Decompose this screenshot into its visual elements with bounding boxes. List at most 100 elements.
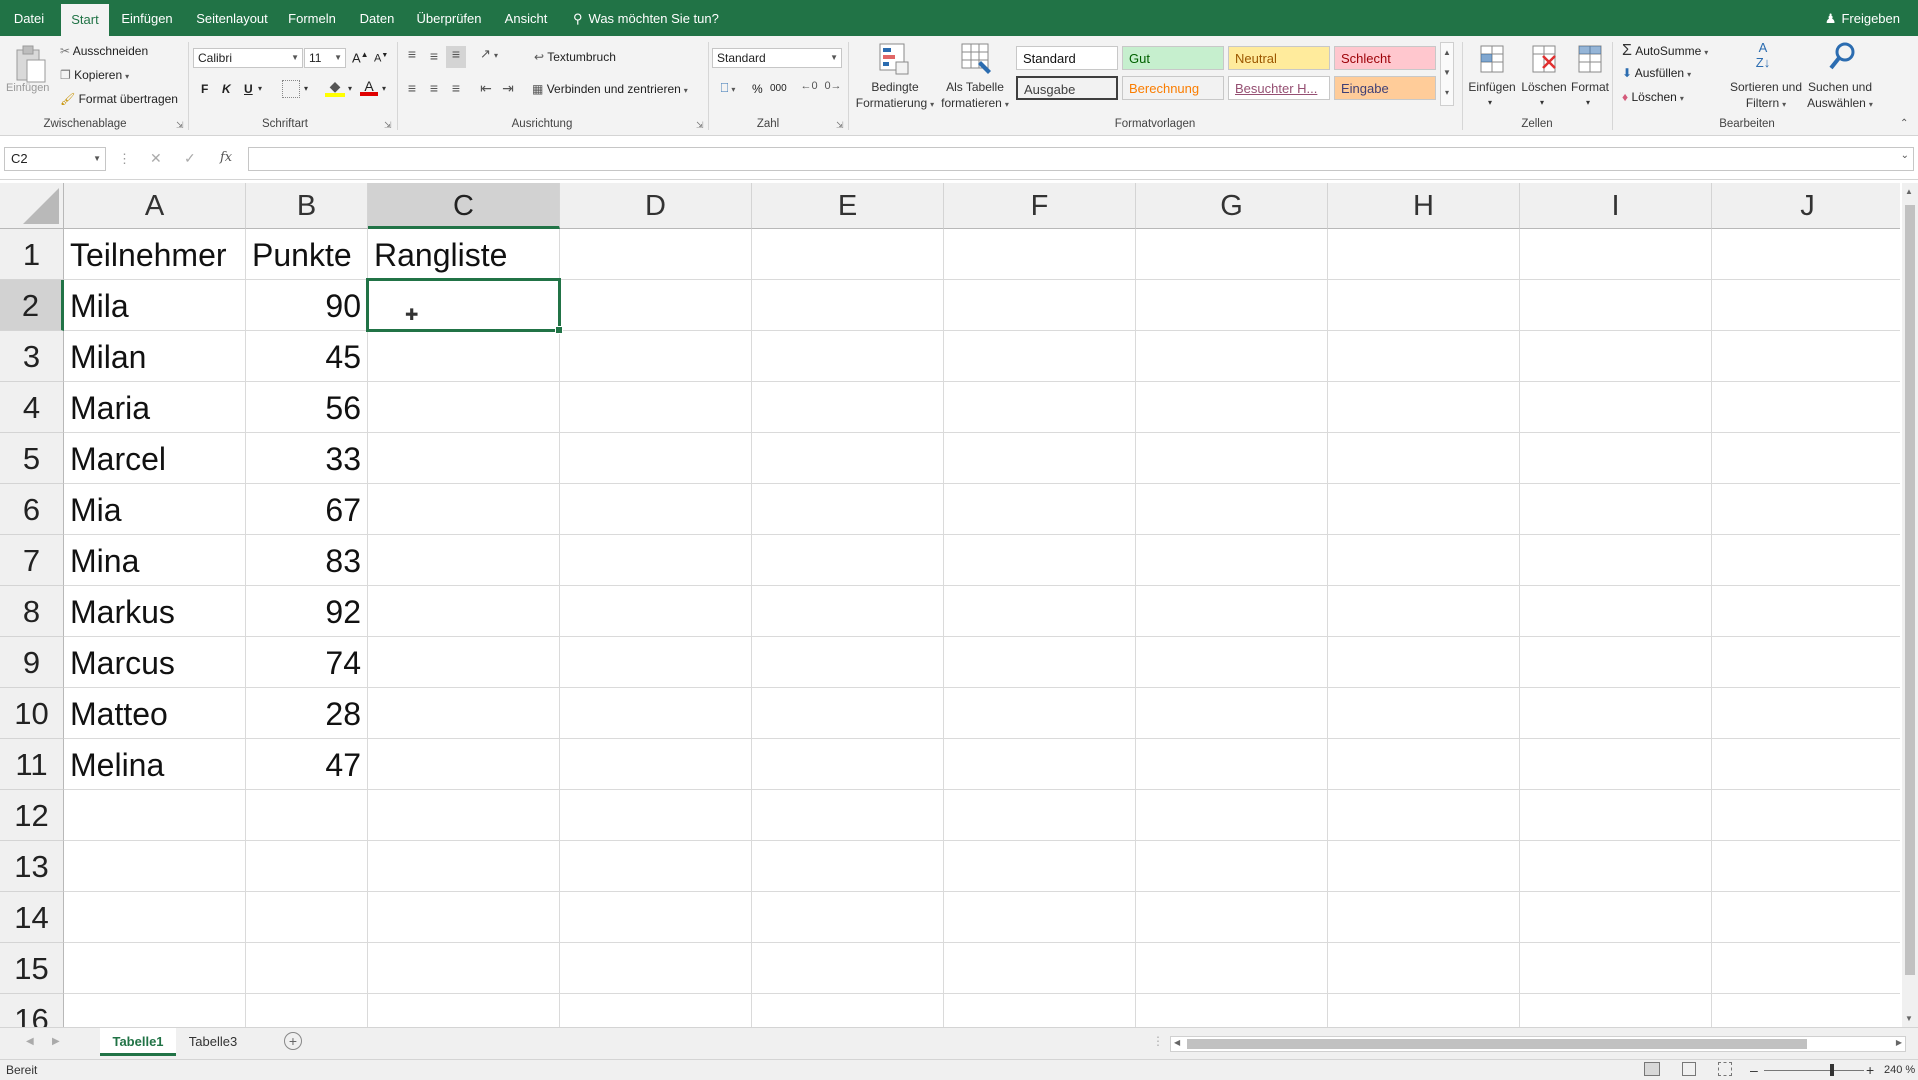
column-header-d[interactable]: D <box>560 183 752 229</box>
cell-g13[interactable] <box>1136 841 1328 892</box>
cell-b15[interactable] <box>246 943 368 994</box>
tab-daten[interactable]: Daten <box>354 0 400 36</box>
cell-d2[interactable] <box>560 280 752 331</box>
scroll-right-icon[interactable]: ▶ <box>1896 1038 1902 1047</box>
cell-f1[interactable] <box>944 229 1136 280</box>
vertical-scrollbar[interactable]: ▲ ▼ <box>1902 183 1918 1027</box>
format-as-table-label-1[interactable]: Als Tabelle <box>944 80 1006 94</box>
cell-d15[interactable] <box>560 943 752 994</box>
cell-c8[interactable] <box>368 586 560 637</box>
vertical-scroll-thumb[interactable] <box>1905 205 1915 975</box>
row-header-6[interactable]: 6 <box>0 484 64 535</box>
conditional-formatting-button[interactable]: Formatierung ▾ <box>852 96 938 110</box>
cell-j16[interactable] <box>1712 994 1900 1027</box>
style-standard[interactable]: Standard <box>1016 46 1118 70</box>
row-header-13[interactable]: 13 <box>0 841 64 892</box>
cell-b7[interactable]: 83 <box>246 535 368 586</box>
cell-d12[interactable] <box>560 790 752 841</box>
cell-a11[interactable]: Melina <box>64 739 246 790</box>
zoom-slider-thumb[interactable] <box>1830 1064 1834 1076</box>
cell-c6[interactable] <box>368 484 560 535</box>
cell-g8[interactable] <box>1136 586 1328 637</box>
clear-button[interactable]: ♦ Löschen ▾ <box>1622 90 1684 104</box>
cell-d9[interactable] <box>560 637 752 688</box>
next-sheet-icon[interactable]: ▶ <box>52 1036 60 1047</box>
cell-i16[interactable] <box>1520 994 1712 1027</box>
row-header-2[interactable]: 2 <box>0 280 64 331</box>
tell-me-box[interactable]: ⚲ Was möchten Sie tun? <box>573 0 719 36</box>
cell-h5[interactable] <box>1328 433 1520 484</box>
cell-f14[interactable] <box>944 892 1136 943</box>
cell-e12[interactable] <box>752 790 944 841</box>
cell-g5[interactable] <box>1136 433 1328 484</box>
cell-h8[interactable] <box>1328 586 1520 637</box>
scroll-left-icon[interactable]: ◀ <box>1174 1038 1180 1047</box>
cell-c13[interactable] <box>368 841 560 892</box>
tab-ansicht[interactable]: Ansicht <box>498 0 554 36</box>
cell-h16[interactable] <box>1328 994 1520 1027</box>
cell-b10[interactable]: 28 <box>246 688 368 739</box>
dialog-launcher-icon[interactable]: ⇲ <box>696 120 704 131</box>
cell-c2[interactable] <box>368 280 560 331</box>
select-all-corner[interactable] <box>0 183 64 229</box>
cell-i4[interactable] <box>1520 382 1712 433</box>
style-schlecht[interactable]: Schlecht <box>1334 46 1436 70</box>
cell-b16[interactable] <box>246 994 368 1027</box>
cell-d14[interactable] <box>560 892 752 943</box>
percent-button[interactable]: % <box>752 82 763 96</box>
fill-color-icon[interactable]: ◆ <box>325 78 345 100</box>
cell-h1[interactable] <box>1328 229 1520 280</box>
cell-a14[interactable] <box>64 892 246 943</box>
cell-b9[interactable]: 74 <box>246 637 368 688</box>
cell-i15[interactable] <box>1520 943 1712 994</box>
cell-d8[interactable] <box>560 586 752 637</box>
cell-f11[interactable] <box>944 739 1136 790</box>
cell-f4[interactable] <box>944 382 1136 433</box>
font-size-select[interactable]: 11 ▼ <box>304 48 346 68</box>
insert-cells-label[interactable]: Einfügen <box>1466 80 1518 94</box>
format-as-table-icon[interactable] <box>958 42 994 78</box>
align-center-icon[interactable]: ≡ <box>426 80 442 96</box>
cell-e8[interactable] <box>752 586 944 637</box>
sheet-tab-tabelle3[interactable]: Tabelle3 <box>180 1028 246 1056</box>
cell-f12[interactable] <box>944 790 1136 841</box>
cell-b11[interactable]: 47 <box>246 739 368 790</box>
cell-f10[interactable] <box>944 688 1136 739</box>
conditional-formatting-icon[interactable] <box>876 42 912 78</box>
chevron-down-icon[interactable]: ▾ <box>304 84 308 93</box>
cell-b1[interactable]: Punkte <box>246 229 368 280</box>
horizontal-scrollbar[interactable]: ◀ ▶ <box>1170 1036 1906 1052</box>
cell-i11[interactable] <box>1520 739 1712 790</box>
zoom-out-icon[interactable]: – <box>1750 1060 1758 1080</box>
autosum-button[interactable]: Σ AutoSumme ▾ <box>1622 42 1708 60</box>
cell-i13[interactable] <box>1520 841 1712 892</box>
align-top-icon[interactable]: ≡ <box>404 46 420 62</box>
cell-c16[interactable] <box>368 994 560 1027</box>
row-header-4[interactable]: 4 <box>0 382 64 433</box>
cell-h14[interactable] <box>1328 892 1520 943</box>
cell-e11[interactable] <box>752 739 944 790</box>
cell-c4[interactable] <box>368 382 560 433</box>
cut-button[interactable]: ✂ Ausschneiden <box>60 44 148 58</box>
cell-h13[interactable] <box>1328 841 1520 892</box>
expand-formula-icon[interactable]: ⌄ <box>1901 150 1909 161</box>
cell-f3[interactable] <box>944 331 1136 382</box>
cell-d7[interactable] <box>560 535 752 586</box>
cell-a6[interactable]: Mia <box>64 484 246 535</box>
cell-j6[interactable] <box>1712 484 1900 535</box>
paste-label[interactable]: Einfügen <box>6 82 49 94</box>
cell-a2[interactable]: Mila <box>64 280 246 331</box>
cell-j5[interactable] <box>1712 433 1900 484</box>
cell-i14[interactable] <box>1520 892 1712 943</box>
cell-b8[interactable]: 92 <box>246 586 368 637</box>
thousands-button[interactable]: 000 <box>770 83 787 94</box>
italic-button[interactable]: K <box>222 82 231 96</box>
cell-g9[interactable] <box>1136 637 1328 688</box>
tab-ueberpruefen[interactable]: Überprüfen <box>414 0 484 36</box>
column-header-f[interactable]: F <box>944 183 1136 229</box>
add-sheet-button[interactable]: + <box>284 1032 302 1050</box>
insert-cells-icon[interactable] <box>1476 42 1508 78</box>
cell-g10[interactable] <box>1136 688 1328 739</box>
tab-start[interactable]: Start <box>61 4 109 36</box>
cell-i12[interactable] <box>1520 790 1712 841</box>
